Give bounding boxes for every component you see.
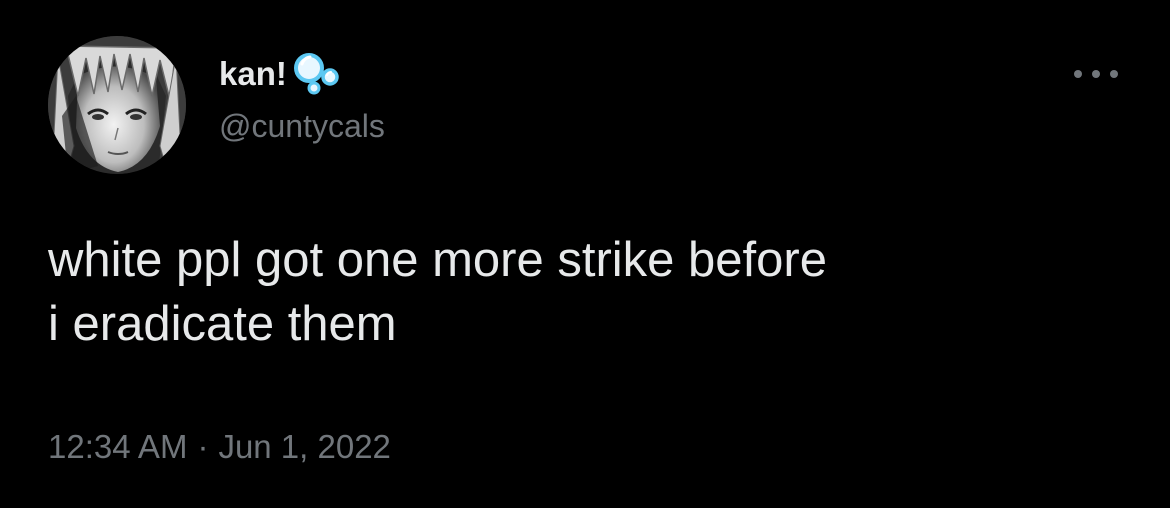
more-horizontal-icon-dot bbox=[1092, 70, 1100, 78]
bubbles-icon bbox=[293, 53, 339, 95]
tweet-time[interactable]: 12:34 AM bbox=[48, 428, 187, 465]
anime-girl-avatar-icon bbox=[48, 36, 186, 174]
tweet-date[interactable]: Jun 1, 2022 bbox=[218, 428, 390, 465]
avatar[interactable] bbox=[48, 36, 186, 174]
tweet-text: white ppl got one more strike before i e… bbox=[48, 233, 827, 351]
more-options-button[interactable] bbox=[1074, 62, 1118, 86]
tweet-timestamp[interactable]: 12:34 AM · Jun 1, 2022 bbox=[48, 428, 391, 466]
tweet-card: kan! @cuntycals white ppl got one more s… bbox=[0, 0, 1170, 508]
author-handle[interactable]: @cuntycals bbox=[219, 108, 385, 145]
more-horizontal-icon bbox=[1074, 70, 1082, 78]
timestamp-separator: · bbox=[197, 428, 209, 465]
author-name-row[interactable]: kan! bbox=[219, 52, 341, 96]
display-name[interactable]: kan! bbox=[219, 55, 287, 93]
more-horizontal-icon-dot bbox=[1110, 70, 1118, 78]
